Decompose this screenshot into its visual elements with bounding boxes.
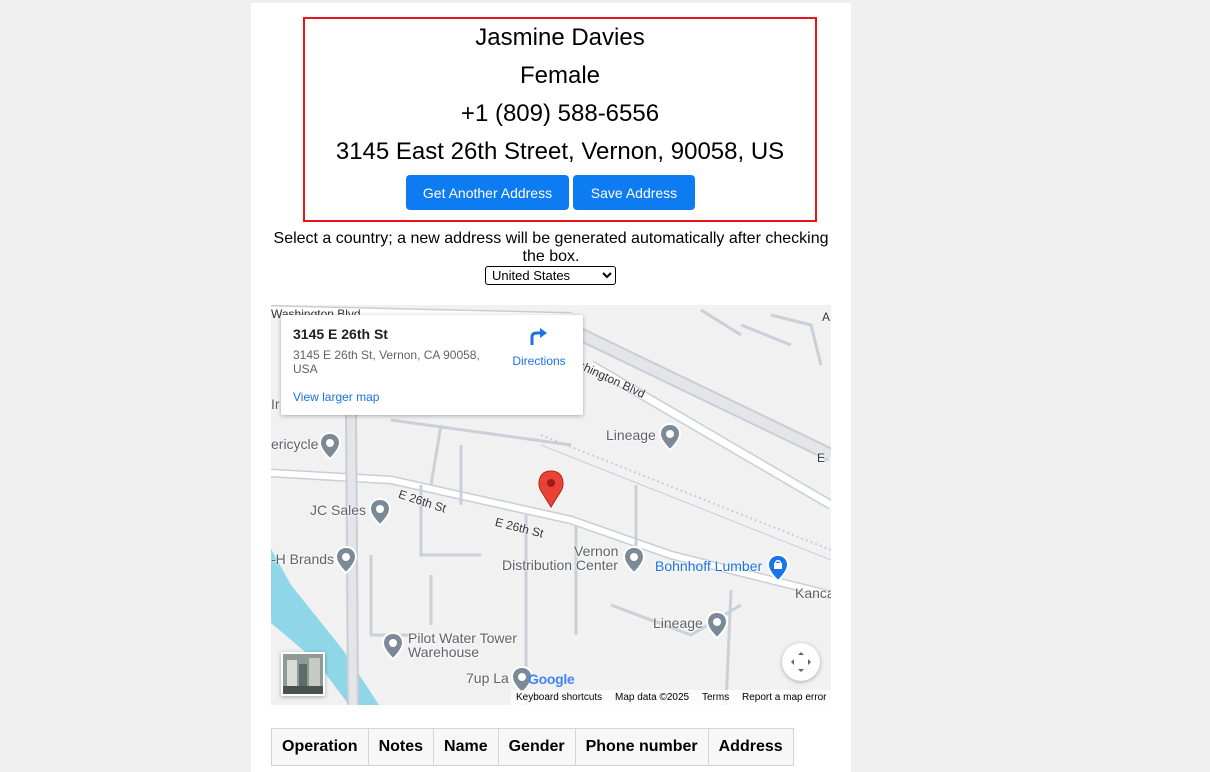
street-view-thumbnail[interactable] <box>281 652 325 696</box>
poi-pin-icon[interactable] <box>319 432 341 460</box>
place-label-7up: 7up La <box>466 670 509 686</box>
instructions-text: Select a country; a new address will be … <box>273 230 829 265</box>
report-map-error-link[interactable]: Report a map error <box>742 690 826 705</box>
road-label-edge-a: A <box>822 310 831 324</box>
info-card-title: 3145 E 26th St <box>293 326 388 342</box>
info-card-address: 3145 E 26th St, Vernon, CA 90058, USA <box>293 348 480 376</box>
poi-pin-icon[interactable] <box>659 423 681 451</box>
person-name: Jasmine Davies <box>475 24 645 51</box>
place-label-jc-sales: JC Sales <box>310 502 367 518</box>
place-label-distribution-center: Distribution Center <box>502 557 618 573</box>
map-embed[interactable]: Washington Blvd ashington Blvd E 26th St… <box>271 305 831 705</box>
street-view-icon <box>283 654 323 694</box>
person-gender: Female <box>519 62 601 89</box>
directions-icon <box>530 328 547 345</box>
fullscreen-button[interactable] <box>782 643 820 681</box>
poi-pin-icon[interactable] <box>623 546 645 574</box>
google-logo: Google <box>528 671 575 687</box>
poi-pin-icon[interactable] <box>335 546 357 574</box>
table-header-row: Operation Notes Name Gender Phone number… <box>271 728 794 766</box>
poi-pin-icon[interactable] <box>382 632 404 660</box>
column-header-phone-number: Phone number <box>574 728 709 766</box>
map-data-label: Map data ©2025 <box>615 692 690 703</box>
place-label-kanca: Kanca <box>795 585 831 601</box>
shopping-pin-icon[interactable] <box>767 554 789 582</box>
column-header-address: Address <box>707 728 794 766</box>
column-header-operation: Operation <box>271 728 369 766</box>
address-table: Operation Notes Name Gender Phone number… <box>271 728 794 766</box>
place-label-warehouse: Warehouse <box>408 644 480 660</box>
place-label-lineage-top: Lineage <box>606 427 656 443</box>
fullscreen-icon <box>791 652 811 672</box>
place-label-ir: Ir <box>271 396 280 412</box>
map-info-card: 3145 E 26th St 3145 E 26th St, Vernon, C… <box>281 315 583 415</box>
keyboard-shortcuts-link[interactable]: Keyboard shortcuts <box>516 690 602 705</box>
column-header-gender: Gender <box>497 728 576 766</box>
country-select[interactable]: United States <box>485 266 616 285</box>
poi-pin-icon[interactable] <box>706 611 728 639</box>
poi-pin-icon[interactable] <box>369 498 391 526</box>
person-phone: +1 (809) 588-6556 <box>460 100 660 127</box>
column-header-name: Name <box>433 728 499 766</box>
directions-label: Directions <box>512 354 566 368</box>
map-attribution: Keyboard shortcuts Map data ©2025 Terms … <box>511 690 831 705</box>
road-label-edge-e: E <box>817 451 826 465</box>
address-card: Jasmine Davies Female +1 (809) 588-6556 … <box>303 17 817 222</box>
view-larger-map-link[interactable]: View larger map <box>293 390 379 404</box>
place-label-lineage-bottom: Lineage <box>653 615 703 631</box>
directions-button[interactable]: Directions <box>509 325 569 368</box>
save-address-button[interactable]: Save Address <box>573 175 695 210</box>
person-address: 3145 East 26th Street, Vernon, 90058, US <box>335 138 785 165</box>
get-another-address-button[interactable]: Get Another Address <box>406 175 569 210</box>
place-label-h-brands: -H Brands <box>271 551 335 567</box>
place-label-pericycle: ericycle <box>271 436 319 452</box>
terms-link[interactable]: Terms <box>702 690 729 705</box>
page-container: Jasmine Davies Female +1 (809) 588-6556 … <box>251 3 851 772</box>
place-label-bohnhoff-lumber: Bohnhoff Lumber <box>655 558 763 574</box>
column-header-notes: Notes <box>367 728 435 766</box>
